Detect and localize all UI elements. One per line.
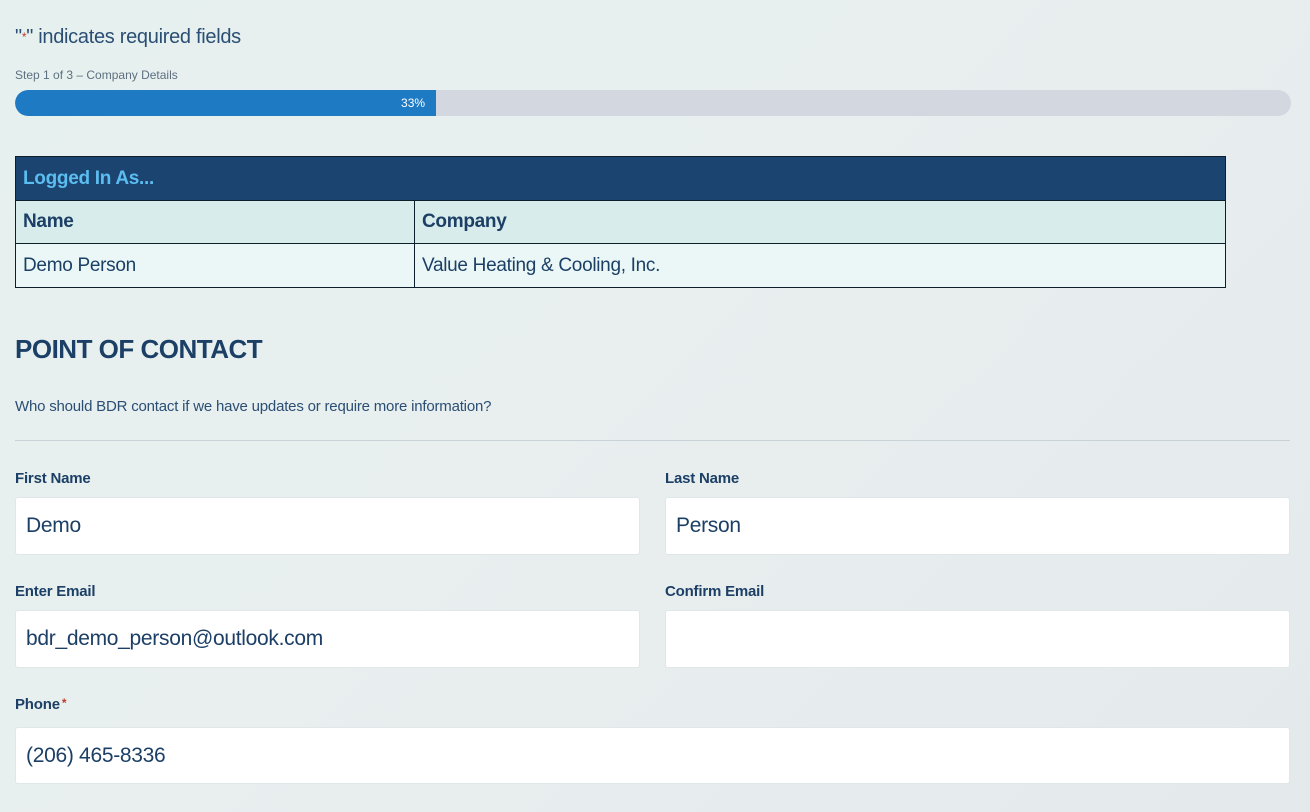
first-name-label: First Name <box>15 470 91 487</box>
last-name-input[interactable]: Person <box>665 497 1290 555</box>
cell-name: Demo Person <box>15 243 415 288</box>
column-header-name: Name <box>15 200 415 244</box>
last-name-label: Last Name <box>665 470 740 487</box>
first-name-input[interactable]: Demo <box>15 497 640 555</box>
enter-email-input[interactable]: bdr_demo_person@outlook.com <box>15 610 640 668</box>
logged-in-title: Logged In As... <box>15 156 1226 201</box>
confirm-email-label: Confirm Email <box>665 583 765 600</box>
enter-email-label: Enter Email <box>15 583 96 600</box>
section-description: Who should BDR contact if we have update… <box>15 398 492 415</box>
phone-label: Phone * <box>15 696 67 713</box>
section-divider <box>15 440 1290 441</box>
required-star-icon: * <box>61 696 67 710</box>
progress-bar: 33% <box>15 90 1291 116</box>
column-header-company: Company <box>414 200 1226 244</box>
phone-input[interactable]: (206) 465-8336 <box>15 727 1290 784</box>
table-row: Demo Person Value Heating & Cooling, Inc… <box>15 243 1226 288</box>
section-title: POINT OF CONTACT <box>15 334 263 364</box>
confirm-email-input[interactable] <box>665 610 1290 668</box>
step-indicator: Step 1 of 3 – Company Details <box>15 68 178 82</box>
cell-company: Value Heating & Cooling, Inc. <box>414 243 1226 288</box>
logged-in-table: Logged In As... Name Company Demo Person… <box>15 156 1226 288</box>
progress-fill: 33% <box>15 90 437 116</box>
required-fields-note: "*" indicates required fields <box>15 26 241 48</box>
